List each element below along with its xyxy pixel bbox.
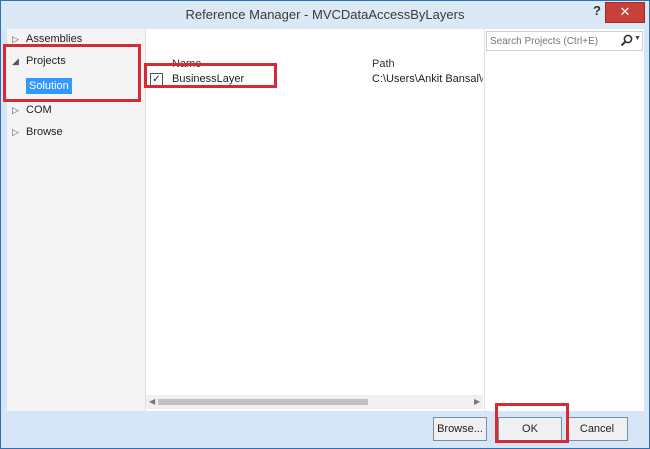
search-box[interactable]: ▼ — [486, 31, 643, 51]
search-options-icon[interactable]: ▼ — [634, 35, 641, 42]
search-icon[interactable] — [620, 34, 633, 47]
details-pane: ▼ — [484, 29, 644, 411]
project-list: Name Path ✓ BusinessLayer C:\Users\Ankit… — [146, 29, 483, 411]
dialog-content: ▷ Assemblies ◢ Projects Solution ▷ COM ▷… — [7, 29, 644, 411]
help-button[interactable]: ? — [588, 3, 606, 21]
title-bar: Reference Manager - MVCDataAccessByLayer… — [1, 1, 649, 29]
column-header-path[interactable]: Path — [372, 57, 395, 71]
project-name: BusinessLayer — [172, 73, 245, 85]
browse-button[interactable]: Browse... — [433, 417, 487, 441]
ok-button[interactable]: OK — [498, 417, 562, 441]
reference-checkbox[interactable]: ✓ — [150, 73, 163, 86]
scroll-left-icon[interactable]: ◀ — [149, 395, 155, 409]
nav-item-label: Assemblies — [26, 33, 83, 45]
project-path: C:\Users\Ankit Bansal\doc — [372, 73, 483, 85]
horizontal-scrollbar[interactable]: ◀ ▶ — [146, 395, 483, 409]
nav-item-label: Projects — [26, 55, 66, 67]
scrollbar-thumb[interactable] — [158, 399, 368, 405]
column-header-name[interactable]: Name — [172, 57, 201, 71]
close-button[interactable]: ✕ — [605, 2, 645, 23]
nav-item-label: Browse — [26, 126, 63, 138]
search-input[interactable] — [490, 33, 608, 49]
collapse-arrow-icon[interactable]: ◢ — [12, 52, 19, 70]
nav-item-solution[interactable]: Solution — [26, 78, 72, 94]
reference-manager-window: Reference Manager - MVCDataAccessByLayer… — [0, 0, 650, 449]
window-title: Reference Manager - MVCDataAccessByLayer… — [185, 7, 465, 22]
dialog-footer: Browse... OK Cancel — [1, 411, 649, 448]
expand-arrow-icon[interactable]: ▷ — [12, 123, 19, 141]
expand-arrow-icon[interactable]: ▷ — [12, 101, 19, 119]
table-row[interactable]: ✓ BusinessLayer C:\Users\Ankit Bansal\do… — [146, 70, 483, 88]
category-nav: ▷ Assemblies ◢ Projects Solution ▷ COM ▷… — [7, 29, 146, 411]
nav-item-label: COM — [26, 104, 52, 116]
scroll-right-icon[interactable]: ▶ — [474, 395, 480, 409]
expand-arrow-icon[interactable]: ▷ — [12, 30, 19, 48]
cancel-button[interactable]: Cancel — [566, 417, 628, 441]
